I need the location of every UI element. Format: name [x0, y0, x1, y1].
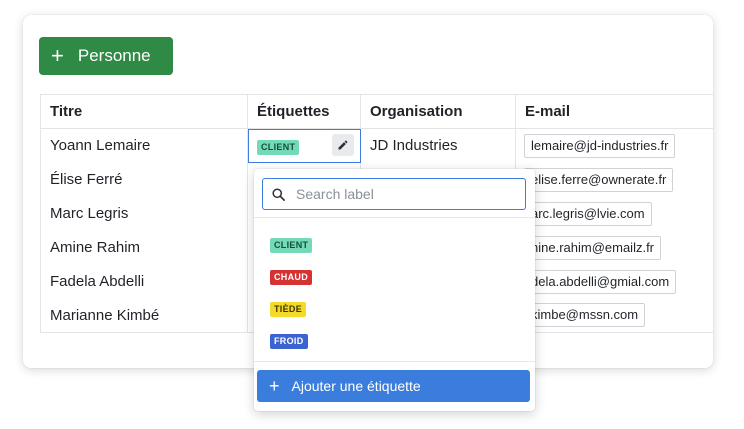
label-badge-tiede: TIÈDE [270, 302, 307, 317]
cell-title[interactable]: Marc Legris [40, 196, 248, 231]
label-search-input[interactable] [294, 185, 518, 203]
plus-icon: + [269, 376, 280, 396]
label-picker-popover: CLIENT CHAUD TIÈDE FROID + Ajouter une é… [254, 169, 535, 411]
cell-labels[interactable]: CLIENT [247, 128, 361, 163]
cell-email[interactable]: dela.abdelli@gmial.com [515, 264, 713, 299]
search-icon [272, 187, 285, 201]
cell-title[interactable]: Yoann Lemaire [40, 128, 248, 163]
cell-email[interactable]: lemaire@jd-industries.fr [515, 128, 713, 163]
email-chip[interactable]: elise.ferre@ownerate.fr [524, 167, 674, 192]
label-option-chaud[interactable]: CHAUD [270, 267, 312, 285]
cell-email[interactable]: kimbe@mssn.com [515, 298, 713, 333]
cell-email[interactable]: elise.ferre@ownerate.fr [515, 162, 713, 197]
add-person-button[interactable]: + Personne [39, 37, 173, 75]
label-search-field[interactable] [262, 178, 526, 210]
cell-title[interactable]: Élise Ferré [40, 162, 248, 197]
cell-email[interactable]: arc.legris@lvie.com [515, 196, 713, 231]
column-header-organisation[interactable]: Organisation [360, 94, 516, 129]
email-chip[interactable]: arc.legris@lvie.com [524, 201, 652, 226]
edit-labels-button[interactable] [332, 134, 354, 156]
divider [254, 361, 535, 362]
pencil-icon [338, 140, 348, 150]
column-header-labels[interactable]: Étiquettes [247, 94, 361, 129]
email-chip[interactable]: nine.rahim@emailz.fr [524, 235, 662, 260]
cell-title[interactable]: Amine Rahim [40, 230, 248, 265]
add-person-label: Personne [77, 46, 151, 65]
cell-email[interactable]: nine.rahim@emailz.fr [515, 230, 713, 265]
email-chip[interactable]: lemaire@jd-industries.fr [524, 133, 676, 158]
label-badge-froid: FROID [270, 334, 308, 349]
label-badge-client: CLIENT [257, 139, 300, 155]
label-badge-chaud: CHAUD [270, 270, 312, 285]
column-header-title[interactable]: Titre [40, 94, 248, 129]
column-header-email[interactable]: E-mail [515, 94, 713, 129]
label-option-client[interactable]: CLIENT [270, 235, 313, 253]
table-header-row: Titre Étiquettes Organisation E-mail [40, 94, 713, 129]
add-label-text: Ajouter une étiquette [291, 378, 421, 394]
add-label-button[interactable]: + Ajouter une étiquette [257, 370, 530, 402]
email-chip[interactable]: kimbe@mssn.com [524, 303, 646, 328]
divider [254, 217, 535, 218]
label-option-tiede[interactable]: TIÈDE [270, 299, 307, 317]
table-row[interactable]: Yoann Lemaire CLIENT JD Industries lemai… [40, 128, 713, 163]
cell-title[interactable]: Fadela Abdelli [40, 264, 248, 299]
cell-organisation[interactable]: JD Industries [360, 128, 516, 163]
plus-icon: + [51, 43, 64, 68]
label-option-froid[interactable]: FROID [270, 331, 308, 349]
email-chip[interactable]: dela.abdelli@gmial.com [524, 269, 677, 294]
label-badge-client: CLIENT [270, 238, 313, 253]
cell-title[interactable]: Marianne Kimbé [40, 298, 248, 333]
